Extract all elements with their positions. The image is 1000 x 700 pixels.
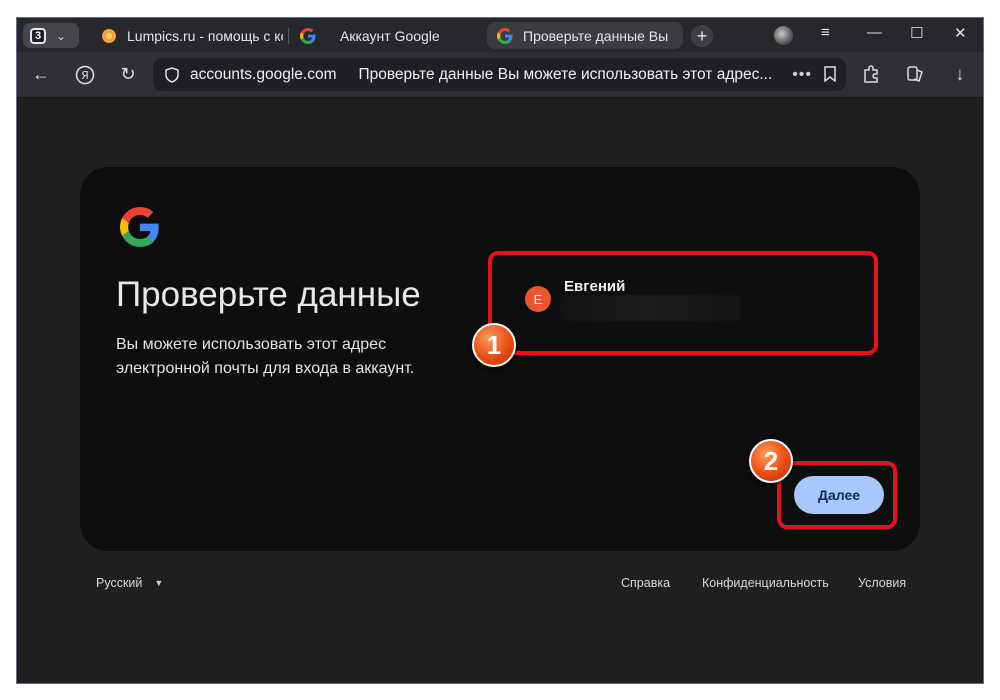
- tab-separator: [288, 28, 289, 44]
- tab-label: Аккаунт Google: [340, 27, 440, 44]
- step-marker-1: 1: [472, 323, 516, 367]
- close-icon[interactable]: ✕: [954, 24, 967, 42]
- chevron-down-icon: ⌄: [56, 28, 67, 43]
- browser-window: 3 ⌄ Lumpics.ru - помощь с ко Аккаунт Goo…: [16, 17, 984, 684]
- profile-avatar[interactable]: [774, 26, 793, 45]
- footer: Русский ▼ Справка Конфиденциальность Усл…: [17, 574, 983, 596]
- reload-icon[interactable]: ↻: [117, 64, 139, 85]
- tab-count: 3: [30, 27, 46, 44]
- address-bar[interactable]: accounts.google.com Проверьте данные Вы …: [153, 58, 846, 91]
- tab-lumpics[interactable]: Lumpics.ru - помощь с ко: [101, 22, 283, 49]
- google-g-icon: [300, 27, 316, 44]
- shield-icon: [165, 66, 179, 83]
- step-marker-2: 2: [749, 439, 793, 483]
- caret-down-icon: ▼: [154, 578, 164, 588]
- extensions-icon[interactable]: [860, 64, 882, 89]
- google-g-icon: [497, 27, 513, 44]
- tab-label: Lumpics.ru - помощь с ко: [127, 27, 283, 44]
- page-title: Проверьте данные: [116, 275, 421, 314]
- tab-verify-active[interactable]: Проверьте данные Вы: [487, 22, 683, 49]
- tab-google-account[interactable]: Аккаунт Google: [300, 22, 470, 49]
- google-logo-icon: [120, 207, 159, 247]
- tab-label: Проверьте данные Вы: [523, 27, 669, 44]
- address-domain: accounts.google.com: [190, 65, 337, 83]
- maximize-icon[interactable]: ☐: [910, 24, 923, 42]
- tab-strip: 3 ⌄ Lumpics.ru - помощь с ко Аккаунт Goo…: [17, 18, 983, 52]
- language-select[interactable]: Русский ▼: [96, 576, 163, 590]
- yandex-icon[interactable]: Я: [74, 65, 96, 88]
- collections-icon[interactable]: [904, 64, 926, 89]
- new-tab-button[interactable]: +: [691, 25, 713, 47]
- page-content: Проверьте данные Вы можете использовать …: [17, 98, 983, 683]
- minimize-icon[interactable]: —: [867, 24, 882, 41]
- back-arrow-icon[interactable]: ←: [30, 64, 52, 85]
- terms-link[interactable]: Условия: [858, 576, 906, 590]
- page-description: Вы можете использовать этот адрес электр…: [116, 336, 415, 377]
- help-link[interactable]: Справка: [621, 576, 670, 590]
- address-page-title: Проверьте данные Вы можете использовать …: [358, 65, 773, 83]
- language-label: Русский: [96, 576, 143, 590]
- privacy-link[interactable]: Конфиденциальность: [702, 576, 829, 590]
- verify-card: Проверьте данные Вы можете использовать …: [80, 167, 920, 551]
- more-icon[interactable]: •••: [792, 66, 812, 84]
- browser-toolbar: ← Я ↻ accounts.google.com Проверьте данн…: [17, 52, 983, 98]
- download-icon[interactable]: ↓: [949, 64, 971, 85]
- svg-text:Я: Я: [81, 69, 89, 82]
- tab-counter-button[interactable]: 3 ⌄: [23, 23, 79, 48]
- highlight-box-1: [488, 251, 878, 355]
- highlight-box-2: [777, 461, 897, 529]
- bookmark-icon[interactable]: [824, 66, 836, 82]
- menu-icon[interactable]: ≡: [821, 24, 830, 41]
- plus-icon: +: [696, 25, 708, 46]
- lumpics-favicon-icon: [102, 28, 116, 43]
